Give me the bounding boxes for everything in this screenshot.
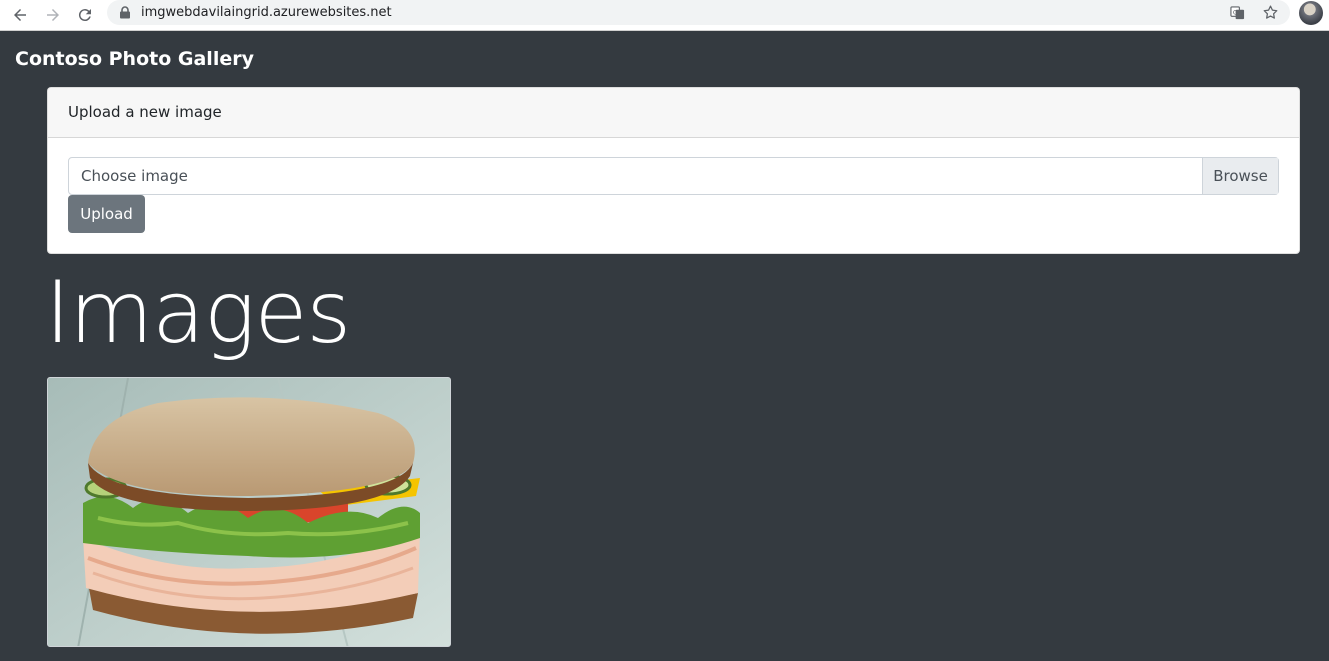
- browse-button[interactable]: Browse: [1202, 158, 1278, 194]
- back-icon[interactable]: [8, 3, 32, 27]
- reload-icon[interactable]: [73, 3, 97, 27]
- card-header: Upload a new image: [48, 88, 1299, 138]
- sandwich-photo: [48, 378, 450, 646]
- gallery-image[interactable]: [47, 377, 451, 647]
- translate-icon[interactable]: G: [1229, 4, 1246, 21]
- svg-text:G: G: [1233, 8, 1238, 16]
- lock-icon: [120, 6, 130, 19]
- address-bar[interactable]: imgwebdavilaingrid.azurewebsites.net G: [107, 0, 1290, 25]
- file-input[interactable]: Choose image Browse: [68, 157, 1279, 195]
- page-heading: Images: [45, 263, 351, 363]
- avatar[interactable]: [1299, 1, 1323, 25]
- url-text: imgwebdavilaingrid.azurewebsites.net: [141, 5, 392, 20]
- file-input-label: Choose image: [81, 167, 188, 185]
- brand-title[interactable]: Contoso Photo Gallery: [15, 48, 254, 70]
- upload-card: Upload a new image Choose image Browse U…: [47, 87, 1300, 254]
- forward-icon[interactable]: [41, 3, 65, 27]
- star-icon[interactable]: [1262, 4, 1279, 21]
- browser-toolbar: imgwebdavilaingrid.azurewebsites.net G: [0, 0, 1329, 31]
- upload-button[interactable]: Upload: [68, 195, 145, 233]
